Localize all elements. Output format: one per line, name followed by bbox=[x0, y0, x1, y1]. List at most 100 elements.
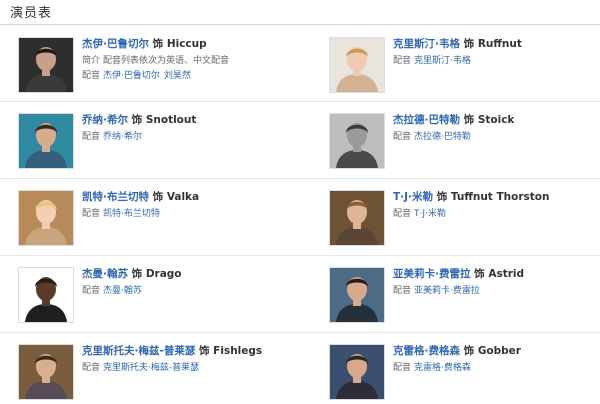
voice-actor-link[interactable]: 乔纳·希尔 bbox=[103, 132, 142, 142]
cast-info: 克里斯托夫·梅兹-普莱瑟 饰 Fishlegs 配音 克里斯托夫·梅兹-普莱瑟 bbox=[82, 344, 302, 375]
cast-info: 亚美莉卡·费雷拉 饰 Astrid 配音 亚美莉卡·费雷拉 bbox=[393, 267, 600, 298]
voice-line: 配音 克里斯汀·韦格 bbox=[393, 55, 600, 68]
voice-label: 配音 bbox=[393, 56, 412, 66]
cast-card: 杰拉德·巴特勒 饰 Stoick 配音 杰拉德·巴特勒 bbox=[329, 113, 600, 173]
actor-photo[interactable] bbox=[18, 344, 74, 400]
actor-photo[interactable] bbox=[329, 37, 385, 93]
voice-line: 配音 杰拉德·巴特勒 bbox=[393, 131, 600, 144]
cast-heading: 凯特·布兰切特 饰 Valka bbox=[82, 190, 302, 204]
role-name: Snotlout bbox=[145, 114, 197, 126]
cast-heading: 亚美莉卡·费雷拉 饰 Astrid bbox=[393, 267, 600, 281]
actor-name-link[interactable]: 克里斯托夫·梅兹-普莱瑟 bbox=[82, 345, 195, 357]
actor-name-link[interactable]: 杰拉德·巴特勒 bbox=[393, 114, 460, 126]
cast-heading: 克里斯汀·韦格 饰 Ruffnut bbox=[393, 37, 600, 51]
actor-photo[interactable] bbox=[329, 267, 385, 323]
actor-photo[interactable] bbox=[18, 37, 74, 93]
actor-name-link[interactable]: T·J·米勒 bbox=[393, 191, 433, 203]
cast-card: T·J·米勒 饰 Tuffnut Thorston 配音 T·J·米勒 bbox=[329, 190, 600, 250]
row-divider bbox=[0, 255, 600, 256]
role-name: Fishlegs bbox=[213, 345, 263, 357]
actor-photo[interactable] bbox=[329, 344, 385, 400]
actor-photo[interactable] bbox=[329, 190, 385, 246]
intro-line: 简介 配音列表依次为英语、中文配音 bbox=[82, 55, 302, 68]
page-title: 演员表 bbox=[10, 6, 53, 21]
intro-text: 配音列表依次为英语、中文配音 bbox=[103, 56, 230, 66]
cast-info: 杰拉德·巴特勒 饰 Stoick 配音 杰拉德·巴特勒 bbox=[393, 113, 600, 144]
voice-label: 配音 bbox=[393, 363, 412, 373]
cast-card: 凯特·布兰切特 饰 Valka 配音 凯特·布兰切特 bbox=[18, 190, 298, 250]
plays-label: 饰 bbox=[463, 345, 475, 357]
voice-line: 配音 凯特·布兰切特 bbox=[82, 208, 302, 221]
voice-actor-link[interactable]: T·J·米勒 bbox=[414, 209, 446, 219]
voice-actor-link[interactable]: 杰拉德·巴特勒 bbox=[414, 132, 471, 142]
plays-label: 饰 bbox=[152, 191, 164, 203]
voice-actor-link[interactable]: 杰伊·巴鲁切尔 bbox=[103, 71, 160, 81]
row-divider bbox=[0, 178, 600, 179]
plays-label: 饰 bbox=[152, 38, 164, 50]
voice-line: 配音 T·J·米勒 bbox=[393, 208, 600, 221]
role-name: Hiccup bbox=[166, 38, 207, 50]
plays-label: 饰 bbox=[463, 114, 475, 126]
actor-name-link[interactable]: 克雷格·费格森 bbox=[393, 345, 460, 357]
cast-card: 克里斯汀·韦格 饰 Ruffnut 配音 克里斯汀·韦格 bbox=[329, 37, 600, 97]
voice-actor-link[interactable]: 亚美莉卡·费雷拉 bbox=[414, 286, 480, 296]
voice-line: 配音 亚美莉卡·费雷拉 bbox=[393, 285, 600, 298]
voice-label: 配音 bbox=[82, 363, 101, 373]
voice-label: 配音 bbox=[82, 209, 101, 219]
actor-name-link[interactable]: 亚美莉卡·费雷拉 bbox=[393, 268, 471, 280]
voice-label: 配音 bbox=[393, 132, 412, 142]
plays-label: 饰 bbox=[131, 114, 143, 126]
cast-info: 杰伊·巴鲁切尔 饰 Hiccup 简介 配音列表依次为英语、中文配音 配音 杰伊·巴鲁切… bbox=[82, 37, 302, 83]
voice-line: 配音 杰伊·巴鲁切尔 刘昊然 bbox=[82, 70, 302, 83]
cast-heading: 杰曼·翰苏 饰 Drago bbox=[82, 267, 302, 281]
voice-actor-link[interactable]: 凯特·布兰切特 bbox=[103, 209, 160, 219]
voice-actor-link[interactable]: 杰曼·翰苏 bbox=[103, 286, 142, 296]
voice-actor-link[interactable]: 刘昊然 bbox=[164, 71, 191, 81]
cast-card: 克里斯托夫·梅兹-普莱瑟 饰 Fishlegs 配音 克里斯托夫·梅兹-普莱瑟 bbox=[18, 344, 298, 404]
cast-card: 克雷格·费格森 饰 Gobber 配音 克雷格·费格森 bbox=[329, 344, 600, 404]
cast-info: 克里斯汀·韦格 饰 Ruffnut 配音 克里斯汀·韦格 bbox=[393, 37, 600, 68]
cast-card: 乔纳·希尔 饰 Snotlout 配音 乔纳·希尔 bbox=[18, 113, 298, 173]
actor-name-link[interactable]: 克里斯汀·韦格 bbox=[393, 38, 460, 50]
cast-card: 杰伊·巴鲁切尔 饰 Hiccup 简介 配音列表依次为英语、中文配音 配音 杰伊·巴鲁切… bbox=[18, 37, 298, 97]
voice-actor-link[interactable]: 克雷格·费格森 bbox=[414, 363, 471, 373]
actor-name-link[interactable]: 凯特·布兰切特 bbox=[82, 191, 149, 203]
role-name: Stoick bbox=[477, 114, 515, 126]
role-name: Astrid bbox=[488, 268, 525, 280]
cast-heading: 克里斯托夫·梅兹-普莱瑟 饰 Fishlegs bbox=[82, 344, 302, 358]
plays-label: 饰 bbox=[474, 268, 485, 280]
actor-name-link[interactable]: 乔纳·希尔 bbox=[82, 114, 128, 126]
voice-line: 配音 克雷格·费格森 bbox=[393, 362, 600, 375]
cast-info: 克雷格·费格森 饰 Gobber 配音 克雷格·费格森 bbox=[393, 344, 600, 375]
voice-label: 配音 bbox=[82, 71, 101, 81]
role-name: Gobber bbox=[477, 345, 521, 357]
plays-label: 饰 bbox=[463, 38, 475, 50]
actor-photo[interactable] bbox=[18, 113, 74, 169]
role-name: Drago bbox=[145, 268, 182, 280]
cast-heading: T·J·米勒 饰 Tuffnut Thorston bbox=[393, 190, 600, 204]
cast-heading: 克雷格·费格森 饰 Gobber bbox=[393, 344, 600, 358]
row-divider bbox=[0, 332, 600, 333]
voice-actor-link[interactable]: 克里斯汀·韦格 bbox=[414, 56, 471, 66]
cast-card: 亚美莉卡·费雷拉 饰 Astrid 配音 亚美莉卡·费雷拉 bbox=[329, 267, 600, 327]
cast-info: T·J·米勒 饰 Tuffnut Thorston 配音 T·J·米勒 bbox=[393, 190, 600, 221]
voice-actor-link[interactable]: 克里斯托夫·梅兹-普莱瑟 bbox=[103, 363, 199, 373]
actor-name-link[interactable]: 杰曼·翰苏 bbox=[82, 268, 128, 280]
cast-heading: 乔纳·希尔 饰 Snotlout bbox=[82, 113, 302, 127]
voice-label: 配音 bbox=[82, 286, 101, 296]
actor-photo[interactable] bbox=[329, 113, 385, 169]
cast-card: 杰曼·翰苏 饰 Drago 配音 杰曼·翰苏 bbox=[18, 267, 298, 327]
actor-photo[interactable] bbox=[18, 190, 74, 246]
plays-label: 饰 bbox=[199, 345, 210, 357]
role-name: Ruffnut bbox=[477, 38, 522, 50]
voice-label: 配音 bbox=[393, 209, 412, 219]
actor-photo[interactable] bbox=[18, 267, 74, 323]
cast-heading: 杰伊·巴鲁切尔 饰 Hiccup bbox=[82, 37, 302, 51]
role-name: Valka bbox=[166, 191, 200, 203]
plays-label: 饰 bbox=[436, 191, 448, 203]
voice-line: 配音 杰曼·翰苏 bbox=[82, 285, 302, 298]
plays-label: 饰 bbox=[131, 268, 143, 280]
cast-info: 凯特·布兰切特 饰 Valka 配音 凯特·布兰切特 bbox=[82, 190, 302, 221]
actor-name-link[interactable]: 杰伊·巴鲁切尔 bbox=[82, 38, 149, 50]
cast-info: 乔纳·希尔 饰 Snotlout 配音 乔纳·希尔 bbox=[82, 113, 302, 144]
